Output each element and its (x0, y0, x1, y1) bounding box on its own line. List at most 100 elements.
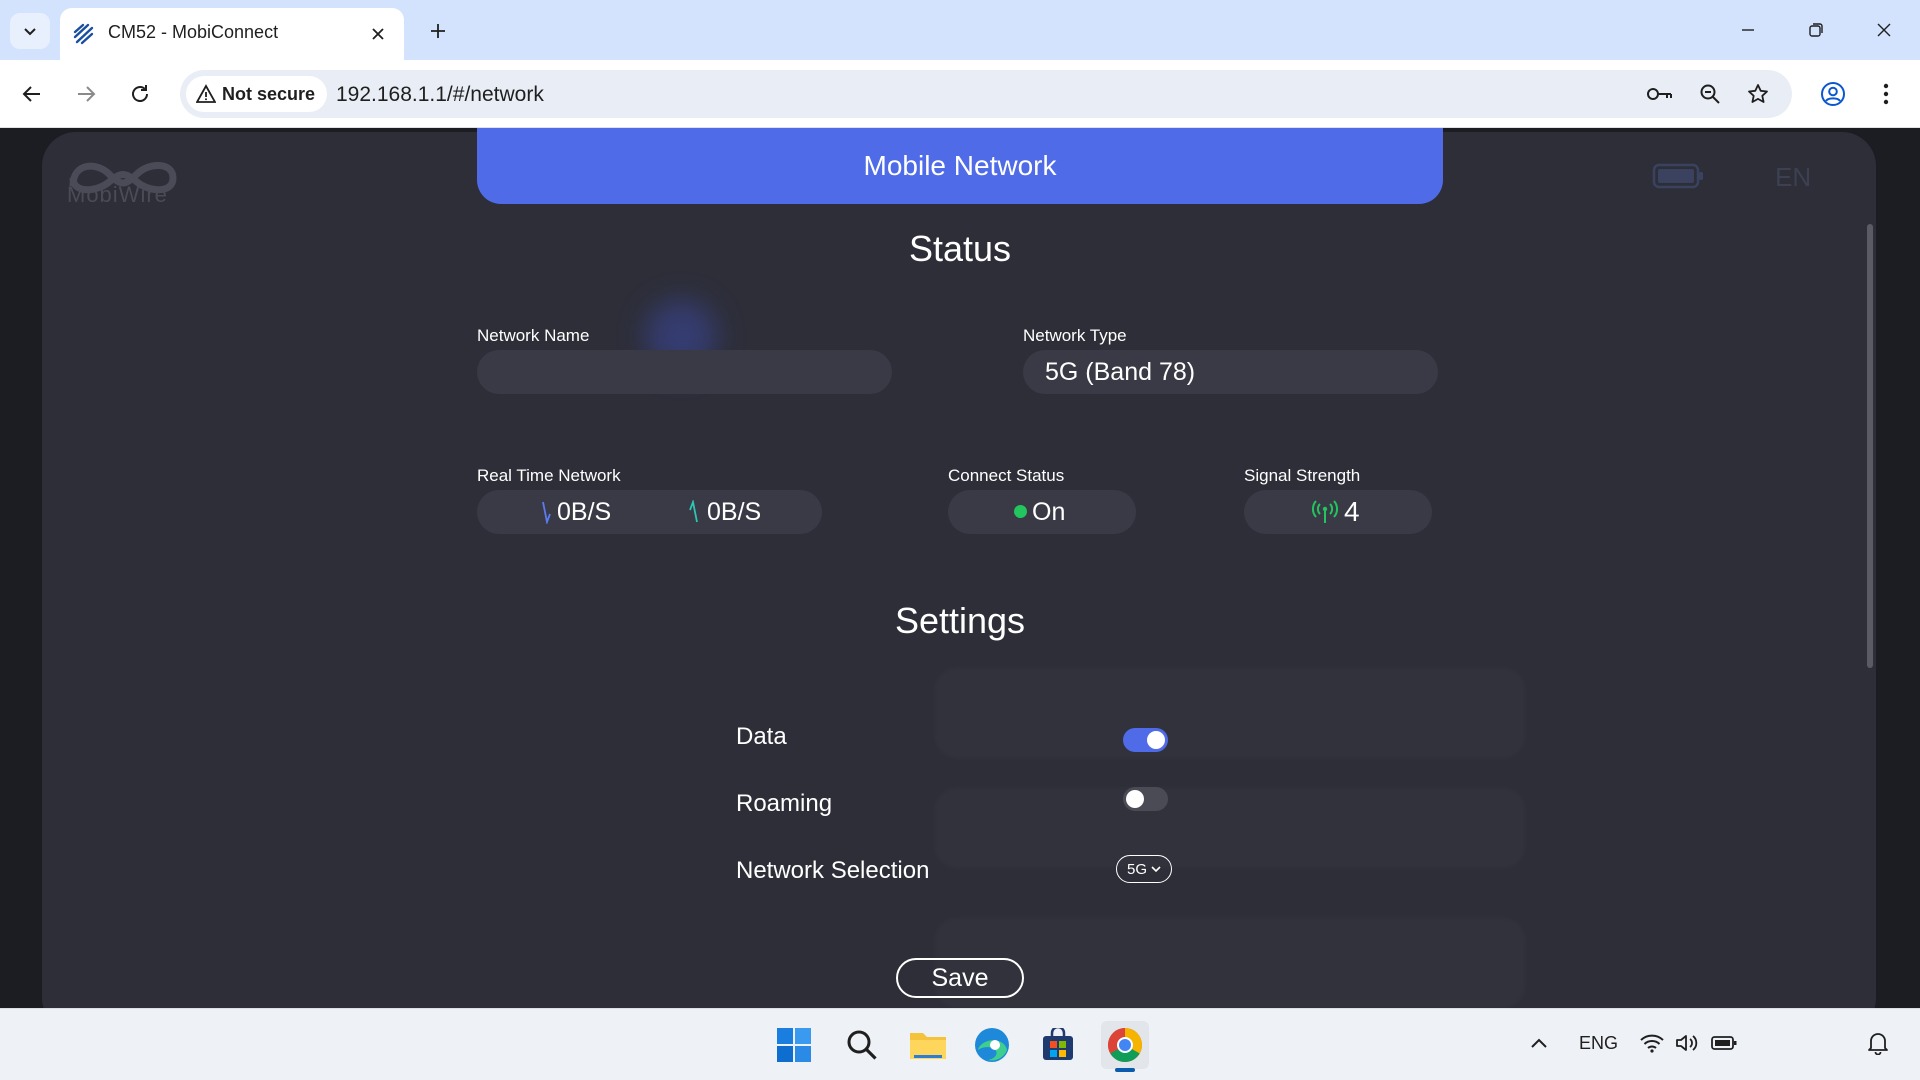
chrome-button[interactable] (1101, 1021, 1149, 1069)
speaker-icon (1676, 1035, 1698, 1051)
input-language-indicator[interactable]: ENG (1579, 1033, 1618, 1054)
star-icon (1748, 84, 1768, 103)
chrome-icon (1108, 1028, 1142, 1062)
status-dot-icon (1014, 505, 1027, 518)
download-speed: 0B/S (557, 498, 612, 526)
back-button[interactable] (12, 74, 52, 114)
battery-status-button[interactable] (1709, 1028, 1739, 1058)
reload-button[interactable] (120, 74, 160, 114)
browser-tab[interactable]: CM52 - MobiConnect (60, 8, 404, 60)
chevron-down-icon (24, 28, 36, 36)
background-ghost (935, 668, 1525, 758)
save-label: Save (931, 963, 989, 992)
address-bar[interactable]: Not secure 192.168.1.1/#/network (180, 70, 1792, 118)
edge-browser-icon (975, 1028, 1009, 1062)
more-vertical-icon (1883, 83, 1889, 105)
restore-icon (1809, 23, 1823, 37)
connect-status-value: On (1032, 498, 1066, 526)
signal-strength-value: 4 (1344, 496, 1360, 527)
connect-status-field: On (948, 490, 1136, 534)
signal-strength-field: 4 (1244, 490, 1432, 534)
network-name-field (477, 350, 892, 394)
network-type-field: 5G (Band 78) (1023, 350, 1438, 394)
upload-arrow-icon (689, 500, 698, 523)
roaming-label: Roaming (736, 790, 833, 817)
battery-icon (1711, 1036, 1737, 1050)
data-toggle[interactable] (1123, 728, 1168, 752)
network-type-value: 5G (Band 78) (1045, 357, 1196, 386)
url-text[interactable]: 192.168.1.1/#/network (336, 83, 544, 107)
folder-icon (910, 1033, 946, 1059)
plus-icon (431, 24, 445, 38)
notifications-button[interactable] (1863, 1028, 1893, 1058)
volume-button[interactable] (1672, 1028, 1702, 1058)
realtime-network-field: 0B/S 0B/S (477, 490, 822, 534)
data-label: Data (736, 723, 787, 750)
tab-title: CM52 - MobiConnect (108, 22, 279, 42)
close-window-button[interactable] (1860, 10, 1908, 50)
save-button[interactable]: Save (896, 958, 1024, 998)
tab-close-button[interactable] (364, 20, 392, 48)
security-indicator[interactable]: Not secure (186, 76, 328, 112)
mobiconnect-favicon-icon (73, 23, 94, 45)
password-key-button[interactable] (1644, 78, 1676, 110)
file-explorer-button[interactable] (904, 1021, 952, 1069)
signal-antenna-icon (1312, 500, 1338, 523)
network-type-label: Network Type (1023, 326, 1127, 345)
store-button[interactable] (1034, 1021, 1082, 1069)
logo-text: MobiWire (67, 182, 168, 207)
download-arrow-icon (542, 501, 551, 524)
connect-status-label: Connect Status (948, 466, 1065, 485)
toggle-knob (1147, 731, 1165, 749)
page-scrollbar-track[interactable] (1906, 128, 1920, 1008)
arrow-right-icon (78, 86, 96, 102)
status-heading: Status (908, 228, 1012, 269)
toggle-knob (1126, 790, 1144, 808)
bell-icon (1868, 1033, 1888, 1055)
search-button[interactable] (838, 1021, 886, 1069)
browser-tab-bar: CM52 - MobiConnect (0, 0, 1920, 60)
wifi-status-button[interactable] (1637, 1028, 1667, 1058)
background-ghost (935, 788, 1525, 868)
realtime-network-label: Real Time Network (477, 466, 621, 485)
browser-toolbar: Not secure 192.168.1.1/#/network (0, 60, 1920, 128)
forward-button[interactable] (66, 74, 106, 114)
network-selection-label: Network Selection (736, 857, 930, 884)
network-selection-dropdown[interactable]: 5G (1116, 855, 1172, 883)
battery-icon (1652, 163, 1703, 189)
background-ghost (935, 918, 1525, 1008)
key-icon (1647, 88, 1672, 100)
network-selection-value: 5G (1126, 860, 1147, 878)
roaming-toggle[interactable] (1123, 787, 1168, 811)
minimize-icon (1742, 29, 1754, 31)
start-button[interactable] (770, 1021, 818, 1069)
warning-icon (196, 84, 216, 103)
windows-taskbar (0, 1008, 1920, 1080)
arrow-left-icon (22, 86, 40, 102)
web-page: MobiWire EN Mobile Network Status Networ… (0, 128, 1920, 1008)
search-icon (847, 1030, 877, 1060)
language-selector[interactable]: EN (1775, 162, 1811, 193)
chevron-up-icon (1531, 1038, 1547, 1048)
zoom-button[interactable] (1694, 78, 1726, 110)
browser-menu-button[interactable] (1866, 74, 1906, 114)
security-label: Not secure (222, 83, 316, 104)
new-tab-button[interactable] (420, 13, 456, 49)
close-icon (372, 28, 384, 40)
tab-search-button[interactable] (10, 13, 50, 49)
profile-button[interactable] (1813, 74, 1853, 114)
chevron-down-icon (1151, 866, 1161, 873)
edge-button[interactable] (968, 1021, 1016, 1069)
restore-button[interactable] (1792, 10, 1840, 50)
page-title: Mobile Network (863, 150, 1057, 181)
profile-icon (1821, 82, 1845, 106)
signal-strength-label: Signal Strength (1244, 466, 1361, 485)
page-scrollbar-thumb[interactable] (1867, 224, 1873, 668)
reload-icon (132, 85, 148, 102)
store-icon (1043, 1028, 1073, 1060)
zoom-out-icon (1700, 84, 1720, 104)
settings-heading: Settings (894, 600, 1026, 641)
show-hidden-icons-button[interactable] (1524, 1028, 1554, 1058)
bookmark-button[interactable] (1742, 78, 1774, 110)
minimize-button[interactable] (1724, 10, 1772, 50)
